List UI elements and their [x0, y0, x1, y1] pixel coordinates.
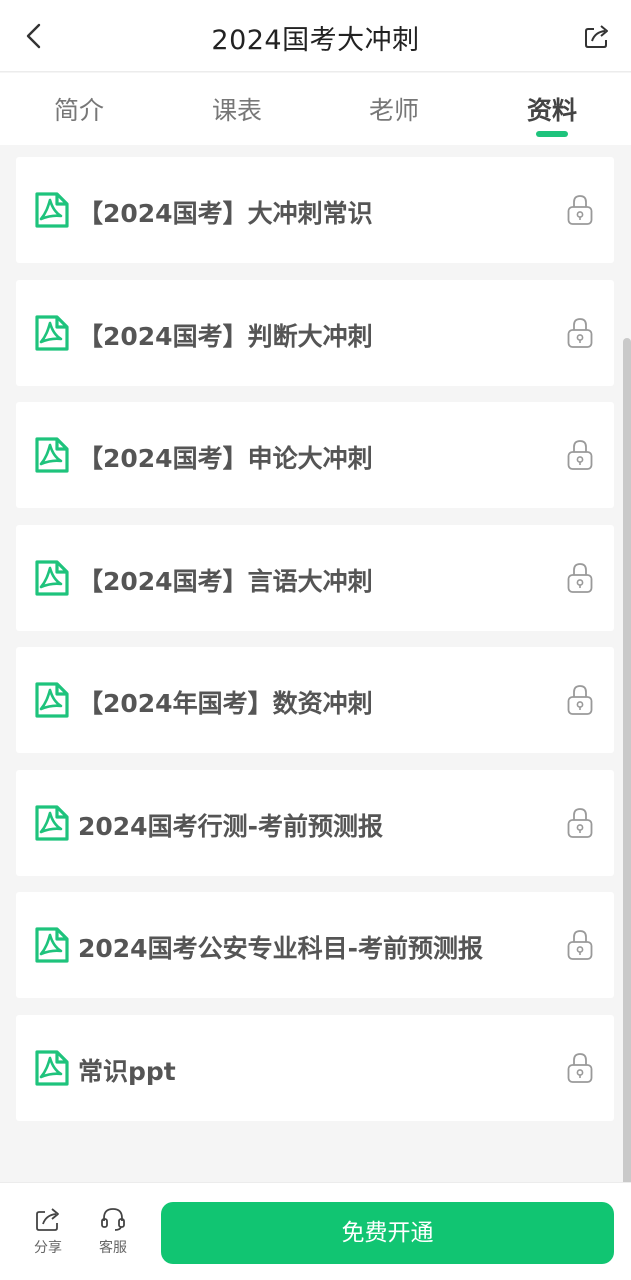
lock-icon [567, 685, 593, 715]
customer-service-button[interactable]: 客服 [88, 1205, 138, 1257]
lock-icon [567, 440, 593, 470]
pdf-icon [35, 804, 69, 841]
share-icon [36, 1208, 59, 1231]
lock-icon [567, 930, 593, 960]
material-item[interactable]: 2024国考行测-考前预测报 [16, 769, 614, 876]
tab-materials[interactable]: 资料 [492, 91, 612, 127]
pdf-icon [35, 559, 69, 596]
material-item[interactable]: 【2024国考】大冲刺常识 [16, 157, 614, 263]
material-title: 【2024国考】申论大冲刺 [78, 444, 373, 473]
tab-intro[interactable]: 简介 [19, 91, 139, 127]
lock-icon [567, 195, 593, 225]
material-item[interactable]: 常识ppt [16, 1014, 614, 1121]
lock-icon [567, 1052, 593, 1083]
material-item[interactable]: 【2024年国考】数资冲刺 [16, 647, 614, 753]
material-item[interactable]: 【2024国考】言语大冲刺 [16, 524, 614, 631]
material-item[interactable]: 2024国考公安专业科目-考前预测报 [16, 892, 614, 998]
tab-bar: 简介 课表 老师 资料 [0, 73, 631, 145]
material-item[interactable]: 【2024国考】判断大冲刺 [16, 279, 614, 386]
share-label: 分享 [34, 1240, 62, 1256]
pdf-icon [35, 682, 69, 718]
scrollbar[interactable] [623, 338, 631, 1208]
share-icon[interactable] [583, 22, 611, 50]
lock-icon [567, 317, 593, 348]
active-tab-indicator [536, 131, 568, 137]
material-title: 【2024国考】判断大冲刺 [78, 321, 373, 351]
lock-icon [567, 807, 593, 838]
material-title: 2024国考行测-考前预测报 [78, 811, 383, 841]
pdf-icon [35, 437, 69, 473]
pdf-icon [35, 314, 69, 351]
service-label: 客服 [99, 1240, 127, 1256]
bottom-action-bar: 分享 客服 免费开通 [0, 1182, 631, 1280]
page-title: 2024国考大冲刺 [211, 25, 420, 56]
pdf-icon [35, 927, 69, 963]
material-title: 【2024年国考】数资冲刺 [78, 689, 373, 718]
free-activate-button[interactable]: 免费开通 [161, 1202, 614, 1264]
top-nav-bar: 2024国考大冲刺 [0, 0, 631, 72]
headset-icon [101, 1208, 125, 1231]
material-title: 【2024国考】言语大冲刺 [78, 566, 373, 596]
material-title: 【2024国考】大冲刺常识 [78, 199, 373, 228]
pdf-icon [35, 192, 69, 228]
lock-icon [567, 562, 593, 593]
share-button[interactable]: 分享 [23, 1205, 73, 1257]
tab-schedule[interactable]: 课表 [177, 91, 297, 127]
material-item[interactable]: 【2024国考】申论大冲刺 [16, 402, 614, 508]
material-title: 常识ppt [78, 1056, 176, 1086]
pdf-icon [35, 1049, 69, 1086]
tab-teacher[interactable]: 老师 [334, 91, 454, 127]
material-title: 2024国考公安专业科目-考前预测报 [78, 934, 483, 963]
